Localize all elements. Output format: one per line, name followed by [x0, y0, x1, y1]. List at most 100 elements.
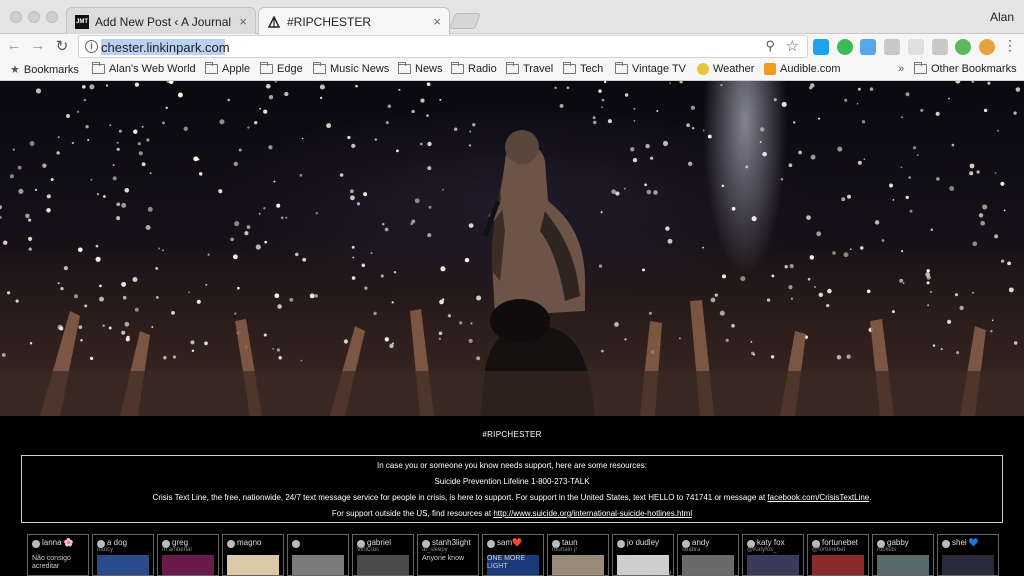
phone-light	[702, 246, 704, 249]
phone-light	[603, 81, 607, 84]
phone-light	[892, 199, 895, 201]
phone-light	[925, 272, 931, 277]
bookmark-folder[interactable]: Tech	[563, 62, 603, 75]
phone-light	[770, 355, 775, 359]
other-bookmarks-folder[interactable]: Other Bookmarks	[914, 62, 1017, 75]
zoom-icon[interactable]: ⚲	[765, 38, 775, 54]
reload-button[interactable]: ↻	[52, 37, 72, 55]
folder-icon	[506, 62, 519, 74]
phone-light	[905, 92, 910, 97]
address-bar[interactable]: i ⚲ ☆	[78, 35, 808, 58]
phone-light	[818, 117, 821, 120]
bookmarks-overflow-button[interactable]: »	[898, 63, 904, 75]
zoom-window-button[interactable]	[46, 11, 58, 23]
bookmark-folder[interactable]: Radio	[451, 62, 497, 75]
phone-light	[598, 264, 603, 268]
avatar	[617, 540, 625, 548]
phone-light	[740, 276, 746, 282]
post-thumbnail	[942, 555, 994, 575]
phone-light	[387, 104, 392, 109]
phone-light	[426, 82, 431, 87]
bookmark-folder[interactable]: Music News	[313, 62, 389, 75]
feed-post[interactable]: andy seabra	[677, 534, 739, 576]
phone-light	[207, 253, 210, 256]
phone-light	[198, 172, 203, 176]
tab-ripchester[interactable]: #RIPCHESTER ×	[258, 7, 450, 35]
phone-light	[319, 96, 323, 100]
post-username: andy	[692, 538, 710, 547]
feed-post[interactable]: stanh3light at_sleepy Anyone know	[417, 534, 479, 576]
bookmark-star-icon[interactable]: ☆	[786, 37, 799, 55]
feed-post[interactable]: magno	[222, 534, 284, 576]
tab-add-new-post[interactable]: JMT Add New Post ‹ A Journal of M ×	[66, 7, 256, 35]
minimize-window-button[interactable]	[28, 11, 40, 23]
phone-light	[389, 343, 394, 349]
phone-light	[118, 129, 122, 133]
post-handle: @Katyfox_	[747, 547, 777, 553]
site-info-icon[interactable]: i	[85, 40, 98, 53]
feed-post[interactable]: sam❤️ ONE MORE LIGHT	[482, 534, 544, 576]
phone-light	[414, 198, 420, 204]
bookmark-folder[interactable]: Apple	[205, 62, 250, 75]
phone-light	[669, 82, 671, 85]
cast-extension-icon[interactable]	[932, 39, 948, 55]
post-text: Não consigo acreditar	[32, 555, 71, 570]
phone-light	[351, 276, 356, 280]
grammarly-extension-icon[interactable]	[837, 39, 853, 55]
bookmark-weather[interactable]: Weather	[697, 63, 754, 75]
cloud-extension-icon[interactable]	[860, 39, 876, 55]
feed-post[interactable]: gabby rockets	[872, 534, 934, 576]
phone-light	[234, 221, 240, 227]
photos-extension-icon[interactable]	[979, 39, 995, 55]
feed-post[interactable]: gabriel ViniCius	[352, 534, 414, 576]
feed-post[interactable]: jo dudley THIS INTERVIEW IS TOO REAL NOW	[612, 534, 674, 576]
phone-light	[633, 107, 636, 110]
post-username: lanna 🌸	[42, 538, 74, 547]
phone-light	[190, 340, 195, 345]
feed-post[interactable]: katy fox @Katyfox_	[742, 534, 804, 576]
feed-post[interactable]: a dog nancy	[92, 534, 154, 576]
close-tab-icon[interactable]: ×	[433, 14, 441, 29]
phone-light	[1003, 209, 1006, 212]
menu-icon[interactable]: ⋮	[1000, 37, 1020, 54]
international-hotlines-link[interactable]: http://www.suicide.org/international-sui…	[493, 509, 692, 518]
extension-icon[interactable]	[908, 39, 924, 55]
new-tab-button[interactable]	[449, 13, 481, 29]
url-input[interactable]	[101, 39, 741, 55]
bookmark-folder[interactable]: Vintage TV	[615, 62, 686, 75]
feed-post[interactable]: greg m amberial	[157, 534, 219, 576]
bookmark-folder[interactable]: Edge	[260, 62, 303, 75]
profile-name[interactable]: Alan	[990, 10, 1014, 24]
avatar	[292, 540, 300, 548]
bookmark-audible[interactable]: Audible.com	[764, 63, 841, 75]
forward-button[interactable]: →	[28, 37, 48, 54]
feed-post[interactable]: taun rourtain jr	[547, 534, 609, 576]
bookmarks-menu[interactable]: ★ Bookmarks	[10, 63, 79, 77]
phone-light	[891, 310, 895, 314]
bookmark-folder[interactable]: Alan's Web World	[92, 62, 196, 75]
chat-extension-icon[interactable]	[955, 39, 971, 55]
phone-light	[50, 178, 54, 181]
avatar	[227, 540, 235, 548]
phone-light	[80, 339, 83, 342]
pocket-extension-icon[interactable]	[884, 39, 900, 55]
feed-post[interactable]	[287, 534, 349, 576]
phone-light	[863, 158, 866, 161]
feed-post[interactable]: lanna 🌸 Não consigo acreditar	[27, 534, 89, 576]
close-window-button[interactable]	[10, 11, 22, 23]
phone-light	[469, 130, 472, 133]
close-tab-icon[interactable]: ×	[239, 14, 247, 29]
phone-light	[396, 149, 399, 153]
feed-post[interactable]: fortunebet @fortunebet	[807, 534, 869, 576]
bookmark-folder[interactable]: Travel	[506, 62, 553, 75]
phone-light	[172, 355, 177, 359]
back-button[interactable]: ←	[4, 37, 24, 54]
feed-post[interactable]: shei 💙	[937, 534, 999, 576]
phone-light	[936, 177, 940, 181]
phone-light	[427, 141, 432, 147]
bookmark-folder[interactable]: News	[398, 62, 443, 75]
twitter-extension-icon[interactable]	[813, 39, 829, 55]
crisis-text-line-link[interactable]: facebook.com/CrisisTextLine	[767, 493, 869, 502]
phone-light	[926, 269, 930, 273]
phone-light	[678, 337, 681, 340]
